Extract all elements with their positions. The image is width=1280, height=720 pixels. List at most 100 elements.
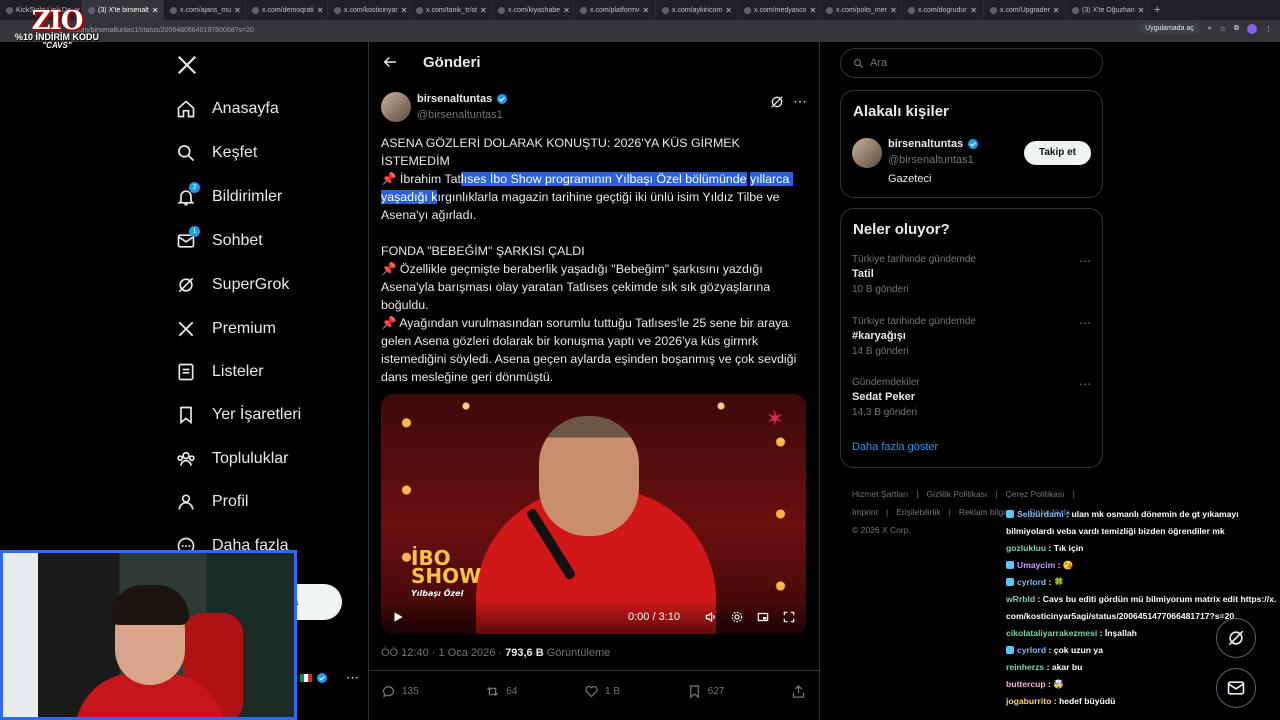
close-icon[interactable]: ✕ — [1138, 6, 1145, 15]
sidebar-item-supergrok[interactable]: SuperGrok — [176, 270, 289, 300]
close-icon[interactable]: ✕ — [1053, 6, 1060, 15]
grok-icon — [178, 277, 194, 293]
repost-button[interactable]: 64 — [485, 684, 517, 699]
close-icon[interactable]: ✕ — [152, 6, 159, 15]
author-handle[interactable]: @birsenaltuntas1 — [417, 109, 503, 121]
browser-tab[interactable]: x.com/dogrudur ✕ — [902, 0, 984, 20]
favicon-icon — [744, 6, 751, 14]
volume-icon[interactable] — [704, 610, 718, 624]
footer-link[interactable]: Erişilebilirlik — [896, 507, 940, 517]
post-timestamp[interactable]: ÖÖ 12:40 · 1 Oca 2026 · — [381, 647, 505, 659]
close-icon[interactable]: ✕ — [401, 6, 408, 15]
grok-icon[interactable] — [769, 94, 785, 110]
x-logo-icon[interactable] — [176, 54, 198, 76]
back-arrow-icon[interactable] — [381, 53, 399, 71]
play-icon[interactable] — [391, 610, 405, 624]
post-text: ASENA GÖZLERİ DOLARAK KONUŞTU: 2026'YA K… — [381, 134, 801, 386]
open-in-app-button[interactable]: Uygulamada aç — [1139, 23, 1200, 34]
more-options-icon[interactable]: ⋯ — [1079, 316, 1092, 330]
close-icon[interactable]: ✕ — [563, 6, 570, 15]
follow-button[interactable]: Takip et — [1024, 141, 1091, 165]
messages-fab-button[interactable] — [1216, 668, 1256, 708]
menu-icon[interactable]: ⋮ — [1265, 25, 1272, 33]
share-icon — [792, 684, 805, 698]
profile-icon[interactable] — [1247, 23, 1257, 34]
browser-tab[interactable]: x.com/Upgrader ✕ — [984, 0, 1066, 20]
close-icon[interactable]: ✕ — [480, 6, 487, 15]
pip-icon[interactable] — [756, 610, 770, 624]
promo-code: "CAVS" — [42, 41, 72, 50]
close-icon[interactable]: ✕ — [234, 6, 241, 15]
more-options-icon[interactable]: ⋯ — [346, 670, 359, 686]
trend-item[interactable]: Türkiye tarihinde gündemde #karyağışı 14… — [852, 316, 1092, 357]
more-options-icon[interactable]: ⋯ — [1079, 377, 1092, 391]
browser-tab[interactable]: x.com/demoqrati ✕ — [246, 0, 328, 20]
related-person-name[interactable]: birsenaltuntas — [888, 138, 979, 150]
trend-item[interactable]: Gündemdekiler Sedat Peker 14,3 B gönderi… — [852, 377, 1092, 418]
close-icon[interactable]: ✕ — [810, 6, 817, 15]
account-switcher[interactable]: ⋯ — [300, 670, 359, 686]
sidebar-item-bookmarks[interactable]: Yer İşaretleri — [176, 400, 301, 430]
verified-badge-icon — [968, 139, 979, 149]
bookmark-count: 627 — [707, 686, 725, 697]
trend-item[interactable]: Türkiye tarihinde gündemde Tatil 10 B gö… — [852, 254, 1092, 295]
related-person-handle[interactable]: @birsenaltuntas1 — [888, 154, 974, 166]
close-icon[interactable]: ✕ — [970, 6, 977, 15]
more-options-icon[interactable]: ⋯ — [1079, 254, 1092, 268]
fullscreen-icon[interactable] — [782, 610, 796, 624]
author-name[interactable]: birsenaltuntas — [417, 93, 508, 105]
footer-link[interactable]: Reklam bilgisi — [959, 507, 1011, 517]
search-placeholder: Ara — [870, 57, 888, 69]
extensions-icon[interactable]: ⧉ — [1234, 25, 1239, 33]
avatar[interactable] — [381, 92, 411, 122]
close-icon[interactable]: ✕ — [317, 6, 324, 15]
close-icon[interactable]: ✕ — [725, 6, 732, 15]
browser-tab[interactable]: x.com/aykiricom ✕ — [656, 0, 738, 20]
settings-icon[interactable] — [730, 610, 744, 624]
share-button[interactable] — [791, 684, 806, 699]
like-button[interactable]: 1 B — [584, 684, 620, 699]
browser-tab[interactable]: x.com/medyasco ✕ — [738, 0, 820, 20]
reply-button[interactable]: 135 — [381, 684, 419, 699]
browser-tab[interactable]: (3) X'te Oğuzhan ✕ — [1066, 0, 1148, 20]
browser-tab[interactable]: x.com/polis_mer ✕ — [820, 0, 902, 20]
browser-tab[interactable]: x.com/kiyashabe ✕ — [492, 0, 574, 20]
new-tab-icon[interactable]: + — [1154, 4, 1160, 16]
zoom-icon[interactable]: ⌕ — [1208, 25, 1212, 33]
show-more-link[interactable]: Daha fazla göster — [852, 441, 938, 453]
footer-link[interactable]: Çerez Politikası — [1006, 489, 1065, 499]
footer-link[interactable]: Gizlilik Politikası — [926, 489, 987, 499]
tab-label: x.com/demoqrati — [262, 6, 314, 14]
footer-link[interactable]: Hizmet Şartları — [852, 489, 908, 499]
sidebar-item-lists[interactable]: Listeler — [176, 357, 264, 387]
star-icon[interactable]: ☆ — [1220, 25, 1226, 33]
close-icon[interactable]: ✕ — [890, 6, 897, 15]
tab-label: x.com/tanik_tr/st — [426, 6, 477, 14]
sidebar-item-home[interactable]: Anasayfa — [176, 94, 279, 124]
sidebar-item-label: Anasayfa — [212, 100, 279, 117]
browser-tab[interactable]: x.com/tanik_tr/st ✕ — [410, 0, 492, 20]
sidebar-item-profile[interactable]: Profil — [176, 487, 248, 517]
search-icon — [854, 58, 864, 68]
more-options-icon[interactable]: ⋯ — [793, 93, 807, 110]
avatar[interactable] — [852, 138, 882, 168]
close-icon[interactable]: ✕ — [642, 6, 649, 15]
sidebar-item-premium[interactable]: Premium — [176, 314, 276, 344]
video-player[interactable]: İBO SHOW Yılbaşı Özel ✶ 0:00 / 3:10 — [381, 394, 806, 634]
bell-icon: 2 — [176, 182, 200, 207]
chat-username: reinherzs — [1006, 662, 1045, 672]
text-segment: İbrahim Tat — [396, 172, 461, 186]
footer-link[interactable]: Imprint — [852, 507, 878, 517]
bookmark-button[interactable]: 627 — [687, 684, 725, 699]
browser-tab[interactable]: x.com/kosticinyar ✕ — [328, 0, 410, 20]
chat-text: : İnşallah — [1099, 628, 1137, 638]
grok-fab-button[interactable] — [1216, 618, 1256, 658]
chat-username: wRrbld — [1006, 594, 1036, 604]
browser-tab[interactable]: x.com/platformv ✕ — [574, 0, 656, 20]
sidebar-item-chat[interactable]: 1 Sohbet — [176, 226, 263, 256]
search-input[interactable]: Ara — [840, 48, 1103, 78]
browser-tab[interactable]: x.com/ajans_mu ✕ — [164, 0, 246, 20]
sidebar-item-explore[interactable]: Keşfet — [176, 138, 257, 168]
sidebar-item-notifications[interactable]: 2 Bildirimler — [176, 182, 282, 212]
sidebar-item-communities[interactable]: Topluluklar — [176, 444, 288, 474]
